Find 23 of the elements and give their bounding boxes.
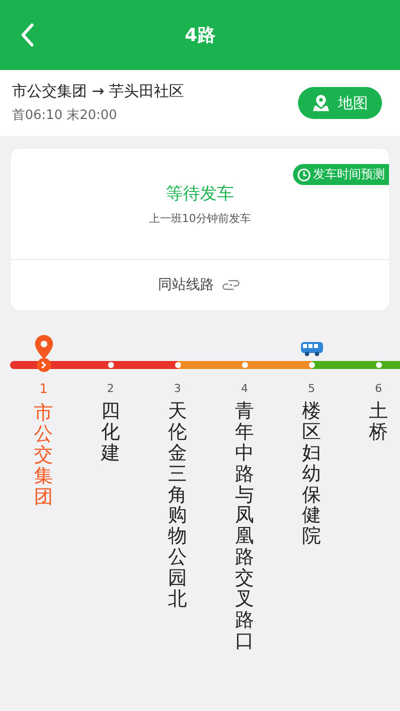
- bus-status: 等待发车: [166, 183, 234, 205]
- stop-name[interactable]: 土桥: [369, 401, 388, 443]
- route-direction: 市公交集团 → 芋头田社区: [12, 82, 184, 101]
- stop-number: 6: [375, 382, 382, 395]
- back-icon[interactable]: [20, 23, 34, 47]
- stop-name[interactable]: 楼区妇幼保健院: [302, 401, 321, 548]
- badge-label: 发车时间预测: [313, 166, 385, 183]
- same-stop-lines-button[interactable]: 同站线路: [152, 275, 248, 295]
- stop-number: 3: [174, 382, 181, 395]
- route-switch-icon: [220, 278, 242, 292]
- stop-number: 4: [241, 382, 248, 395]
- service-hours: 首06:10 末20:00: [12, 107, 118, 124]
- stop-number: 1: [39, 382, 48, 397]
- page-title: 4路: [184, 24, 216, 47]
- last-departure: 上一班10分钟前发车: [149, 211, 251, 226]
- stop-number: 5: [308, 382, 315, 395]
- location-pin-icon: [34, 334, 54, 360]
- map-pin-icon: [312, 94, 330, 112]
- clock-icon: [297, 168, 311, 182]
- stop-name[interactable]: 天伦金三角购物公园北: [168, 401, 187, 610]
- stop-name[interactable]: 青年中路与凤凰路交叉路口: [235, 401, 254, 652]
- stop-name[interactable]: 四化建: [101, 401, 120, 464]
- stop-number: 2: [107, 382, 114, 395]
